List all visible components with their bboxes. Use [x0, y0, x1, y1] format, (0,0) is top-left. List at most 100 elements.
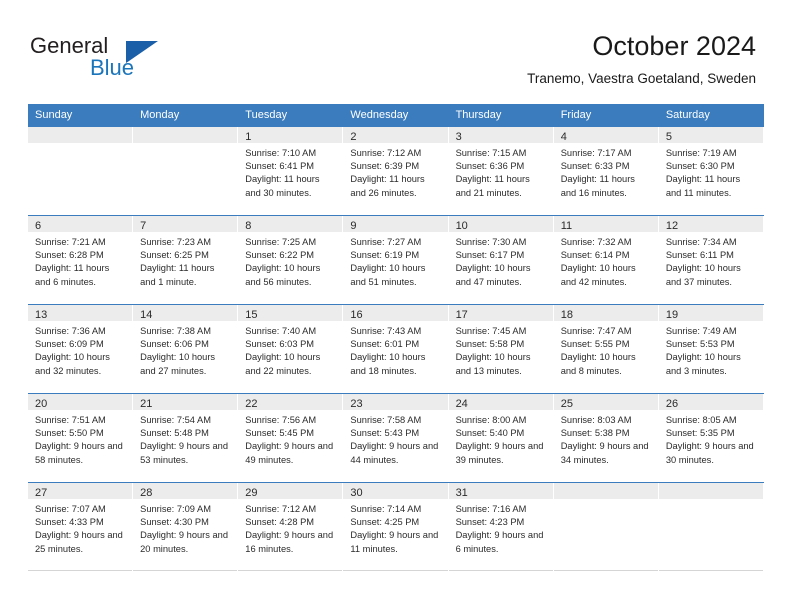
sunset-text: Sunset: 5:48 PM: [140, 428, 209, 439]
day-number-band: 12: [658, 216, 763, 232]
sunset-text: Sunset: 4:23 PM: [455, 517, 525, 528]
daylight-text: Daylight: 9 hours and 11 minutes.: [350, 530, 439, 554]
day-info: Sunrise: 7:49 AM Sunset: 5:53 PM Daylight:…: [659, 321, 763, 378]
day-cell[interactable]: 27 Sunrise: 7:07 AM Sunset: 4:33 PM Dayligh…: [28, 483, 134, 571]
day-cell[interactable]: 2 Sunrise: 7:12 AM Sunset: 6:39 PM Daylight…: [343, 127, 449, 215]
sunrise-text: Sunrise: 7:47 AM: [560, 326, 632, 336]
day-number-band: 14: [133, 305, 238, 321]
weekday-header-monday: Monday: [140, 109, 180, 121]
day-cell[interactable]: 16 Sunrise: 7:43 AM Sunset: 6:01 PM Dayligh…: [343, 305, 449, 393]
sunset-text: Sunset: 6:17 PM: [455, 250, 525, 261]
calendar-week-row: 1 Sunrise: 7:10 AM Sunset: 6:41 PM Daylight…: [28, 126, 764, 215]
day-cell[interactable]: 25 Sunrise: 8:03 AM Sunset: 5:38 PM Dayligh…: [553, 394, 659, 482]
day-cell[interactable]: 15 Sunrise: 7:40 AM Sunset: 6:03 PM Dayligh…: [238, 305, 344, 393]
day-number: 30: [350, 487, 363, 499]
day-cell-empty: [133, 127, 239, 215]
day-number: 23: [350, 398, 363, 410]
sunset-text: Sunset: 5:58 PM: [455, 339, 525, 350]
day-number-band: 21: [133, 394, 238, 410]
daylight-text: Daylight: 10 hours and 8 minutes.: [560, 352, 636, 376]
day-cell[interactable]: 28 Sunrise: 7:09 AM Sunset: 4:30 PM Dayligh…: [133, 483, 239, 571]
day-number-band: 6: [28, 216, 133, 232]
day-cell-empty: [28, 127, 134, 215]
day-number-band: 23: [343, 394, 448, 410]
daylight-text: Daylight: 9 hours and 34 minutes.: [560, 441, 649, 465]
day-info: Sunrise: 7:12 AM Sunset: 4:28 PM Daylight:…: [238, 499, 342, 556]
day-cell[interactable]: 21 Sunrise: 7:54 AM Sunset: 5:48 PM Dayligh…: [133, 394, 239, 482]
day-cell[interactable]: 4 Sunrise: 7:17 AM Sunset: 6:33 PM Daylight…: [553, 127, 659, 215]
day-cell[interactable]: 31 Sunrise: 7:16 AM Sunset: 4:23 PM Dayligh…: [448, 483, 554, 571]
day-number: 13: [35, 309, 48, 321]
day-cell[interactable]: 30 Sunrise: 7:14 AM Sunset: 4:25 PM Dayligh…: [343, 483, 449, 571]
day-cell[interactable]: 11 Sunrise: 7:32 AM Sunset: 6:14 PM Dayligh…: [553, 216, 659, 304]
daylight-text: Daylight: 9 hours and 49 minutes.: [245, 441, 334, 465]
day-info: Sunrise: 7:23 AM Sunset: 6:25 PM Daylight:…: [133, 232, 237, 289]
day-number: 21: [140, 398, 153, 410]
day-number-band: 31: [448, 483, 553, 499]
daylight-text: Daylight: 10 hours and 32 minutes.: [35, 352, 110, 376]
daylight-text: Daylight: 11 hours and 1 minute.: [140, 263, 215, 287]
day-number-band: 5: [658, 127, 763, 143]
day-info: Sunrise: 7:07 AM Sunset: 4:33 PM Daylight:…: [28, 499, 132, 556]
day-number-band: 3: [448, 127, 553, 143]
day-number: 24: [455, 398, 468, 410]
logo-text-blue: Blue: [90, 55, 135, 80]
daylight-text: Daylight: 9 hours and 53 minutes.: [140, 441, 228, 465]
day-number-band: 29: [238, 483, 343, 499]
weekday-header-sunday: Sunday: [35, 109, 73, 121]
day-number: 14: [140, 309, 153, 321]
day-cell[interactable]: 5 Sunrise: 7:19 AM Sunset: 6:30 PM Daylight…: [658, 127, 764, 215]
day-info: Sunrise: 8:05 AM Sunset: 5:35 PM Daylight:…: [659, 410, 763, 467]
day-cell[interactable]: 18 Sunrise: 7:47 AM Sunset: 5:55 PM Dayligh…: [553, 305, 659, 393]
general-blue-logo[interactable]: General Blue: [30, 33, 220, 89]
page-subtitle: Tranemo, Vaestra Goetaland, Sweden: [527, 71, 756, 86]
day-number: 15: [245, 309, 258, 321]
day-cell[interactable]: 7 Sunrise: 7:23 AM Sunset: 6:25 PM Daylight…: [133, 216, 239, 304]
title-block: October 2024 Tranemo, Vaestra Goetaland,…: [527, 30, 756, 89]
day-number-band: [28, 127, 133, 143]
day-cell[interactable]: 3 Sunrise: 7:15 AM Sunset: 6:36 PM Daylight…: [448, 127, 554, 215]
day-cell[interactable]: 14 Sunrise: 7:38 AM Sunset: 6:06 PM Dayligh…: [133, 305, 239, 393]
day-number: 3: [455, 131, 462, 143]
daylight-text: Daylight: 9 hours and 30 minutes.: [665, 441, 754, 465]
day-number-band: 26: [658, 394, 763, 410]
sunrise-text: Sunrise: 7:58 AM: [350, 415, 422, 425]
day-cell[interactable]: 1 Sunrise: 7:10 AM Sunset: 6:41 PM Daylight…: [238, 127, 344, 215]
sunset-text: Sunset: 6:41 PM: [245, 161, 315, 172]
daylight-text: Daylight: 9 hours and 16 minutes.: [245, 530, 334, 554]
day-cell[interactable]: 22 Sunrise: 7:56 AM Sunset: 5:45 PM Dayligh…: [238, 394, 344, 482]
day-cell[interactable]: 26 Sunrise: 8:05 AM Sunset: 5:35 PM Dayligh…: [658, 394, 764, 482]
day-cell[interactable]: 10 Sunrise: 7:30 AM Sunset: 6:17 PM Dayligh…: [448, 216, 554, 304]
daylight-text: Daylight: 9 hours and 39 minutes.: [455, 441, 544, 465]
day-cell[interactable]: 23 Sunrise: 7:58 AM Sunset: 5:43 PM Dayligh…: [343, 394, 449, 482]
sunrise-text: Sunrise: 7:38 AM: [140, 326, 211, 336]
sunrise-text: Sunrise: 7:32 AM: [560, 237, 632, 247]
sunrise-text: Sunrise: 7:27 AM: [350, 237, 422, 247]
day-number-band: 7: [133, 216, 238, 232]
sunset-text: Sunset: 5:45 PM: [245, 428, 315, 439]
day-number: 6: [35, 220, 42, 232]
day-number: 22: [245, 398, 258, 410]
calendar-week-row: 27 Sunrise: 7:07 AM Sunset: 4:33 PM Dayligh…: [28, 482, 764, 571]
sunset-text: Sunset: 5:55 PM: [560, 339, 630, 350]
daylight-text: Daylight: 10 hours and 42 minutes.: [560, 263, 636, 287]
calendar-week-row: 20 Sunrise: 7:51 AM Sunset: 5:50 PM Dayligh…: [28, 393, 764, 482]
day-cell[interactable]: 6 Sunrise: 7:21 AM Sunset: 6:28 PM Daylight…: [28, 216, 134, 304]
day-cell[interactable]: 29 Sunrise: 7:12 AM Sunset: 4:28 PM Dayligh…: [238, 483, 344, 571]
day-number-band: 19: [658, 305, 763, 321]
day-cell[interactable]: 19 Sunrise: 7:49 AM Sunset: 5:53 PM Dayligh…: [658, 305, 764, 393]
day-number: 16: [350, 309, 363, 321]
day-cell[interactable]: 12 Sunrise: 7:34 AM Sunset: 6:11 PM Dayligh…: [658, 216, 764, 304]
day-cell[interactable]: 13 Sunrise: 7:36 AM Sunset: 6:09 PM Dayligh…: [28, 305, 134, 393]
day-info: Sunrise: 7:30 AM Sunset: 6:17 PM Daylight:…: [449, 232, 553, 289]
day-number: 11: [560, 220, 573, 232]
day-cell[interactable]: 9 Sunrise: 7:27 AM Sunset: 6:19 PM Daylight…: [343, 216, 449, 304]
day-cell[interactable]: 20 Sunrise: 7:51 AM Sunset: 5:50 PM Dayligh…: [28, 394, 134, 482]
day-cell[interactable]: 17 Sunrise: 7:45 AM Sunset: 5:58 PM Dayligh…: [448, 305, 554, 393]
day-cell[interactable]: 24 Sunrise: 8:00 AM Sunset: 5:40 PM Dayligh…: [448, 394, 554, 482]
daylight-text: Daylight: 11 hours and 16 minutes.: [560, 174, 635, 198]
day-number: 5: [665, 131, 672, 143]
calendar-page: General Blue October 2024 Tranemo, Vaest…: [0, 0, 792, 612]
day-cell[interactable]: 8 Sunrise: 7:25 AM Sunset: 6:22 PM Daylight…: [238, 216, 344, 304]
day-number-band: 17: [448, 305, 553, 321]
